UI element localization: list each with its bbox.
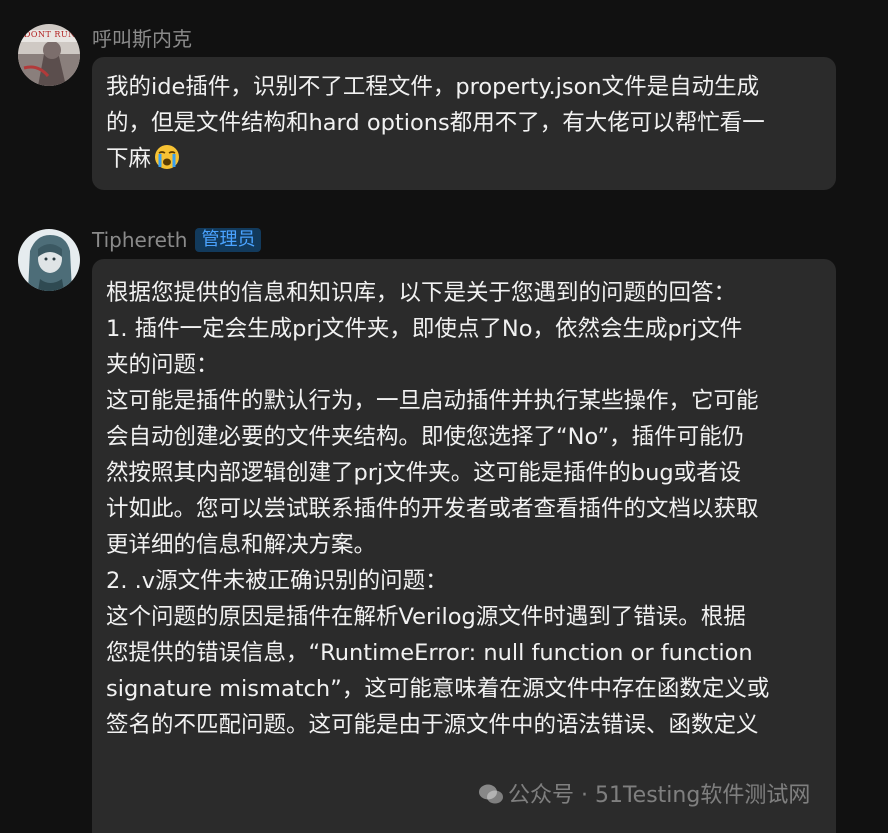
message-1: DONT RUN 呼叫斯内克 我的ide插件，识别不了工程文件，property… <box>0 0 888 200</box>
admin-badge: 管理员 <box>195 228 262 252</box>
message-line: 会自动创建必要的文件夹结构。即使您选择了“No”，插件可能仍 <box>106 424 745 450</box>
message-line: 我的ide插件，识别不了工程文件，property.json文件是自动生成 <box>106 74 760 100</box>
message-line: signature mismatch”，这可能意味着在源文件中存在函数定义或 <box>106 676 770 702</box>
avatar-image <box>18 229 80 291</box>
message-line: 您提供的错误信息，“RuntimeError: null function or… <box>106 640 753 666</box>
message-line: 更详细的信息和解决方案。 <box>106 532 377 558</box>
message-line: 计如此。您可以尝试联系插件的开发者或者查看插件的文档以获取 <box>106 496 759 522</box>
message-bubble: 根据您提供的信息和知识库，以下是关于您遇到的问题的回答： 1. 插件一定会生成p… <box>92 259 836 833</box>
sender-name: Tiphereth <box>92 228 188 252</box>
message-line: 夹的问题： <box>106 352 219 378</box>
crying-face-icon <box>155 145 180 169</box>
message-line: 2. .v源文件未被正确识别的问题： <box>106 568 448 594</box>
avatar[interactable] <box>18 229 80 291</box>
avatar[interactable]: DONT RUN <box>18 24 80 86</box>
message-line: 这可能是插件的默认行为，一旦启动插件并执行某些操作，它可能 <box>106 388 759 414</box>
sender-name-row: Tiphereth 管理员 <box>92 228 262 252</box>
message-2: Tiphereth 管理员 根据您提供的信息和知识库，以下是关于您遇到的问题的回答… <box>0 200 888 833</box>
message-line: 根据您提供的信息和知识库，以下是关于您遇到的问题的回答： <box>106 280 737 306</box>
chat-view: DONT RUN 呼叫斯内克 我的ide插件，识别不了工程文件，property… <box>0 0 888 833</box>
message-line: 的，但是文件结构和hard options都用不了，有大佬可以帮忙看一 <box>106 110 765 136</box>
message-bubble: 我的ide插件，识别不了工程文件，property.json文件是自动生成 的，… <box>92 57 836 190</box>
sender-name: 呼叫斯内克 <box>92 27 192 51</box>
avatar-text: DONT RUN <box>24 30 76 39</box>
message-line-last: 下麻 <box>106 141 818 177</box>
message-line-text: 下麻 <box>106 146 152 172</box>
message-line: 这个问题的原因是插件在解析Verilog源文件时遇到了错误。根据 <box>106 604 746 630</box>
message-line: 1. 插件一定会生成prj文件夹，即使点了No，依然会生成prj文件 <box>106 316 743 342</box>
message-line: 签名的不匹配问题。这可能是由于源文件中的语法错误、函数定义 <box>106 712 759 738</box>
message-line: 然按照其内部逻辑创建了prj文件夹。这可能是插件的bug或者设 <box>106 460 742 486</box>
